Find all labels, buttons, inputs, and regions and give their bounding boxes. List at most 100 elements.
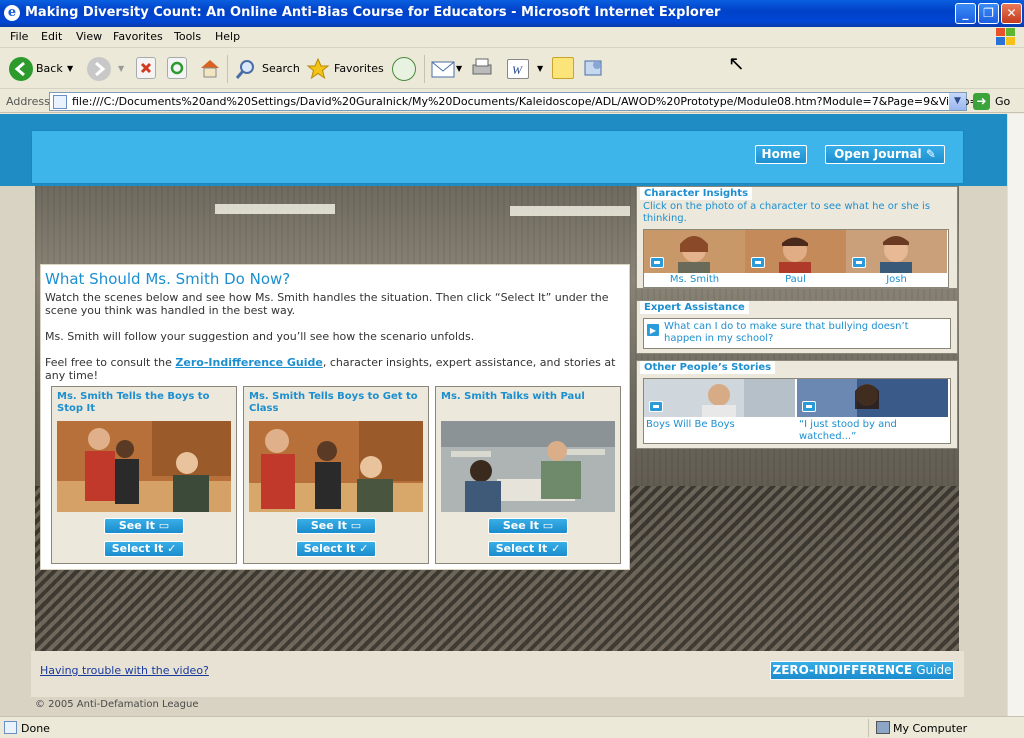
status-separator (868, 719, 869, 737)
home-button[interactable]: Home (755, 145, 807, 164)
zone-text: My Computer (893, 722, 968, 735)
toolbar-separator (424, 55, 425, 83)
close-button[interactable]: ✕ (1001, 3, 1022, 24)
mail-icon[interactable] (431, 59, 457, 79)
go-button[interactable]: ➜ Go (973, 92, 1019, 111)
story-photo-boys[interactable] (644, 379, 795, 417)
edit-word-icon[interactable]: W (507, 59, 529, 79)
character-insights-heading: Character Insights (640, 187, 753, 200)
maximize-button[interactable]: ❐ (978, 3, 999, 24)
minimize-button[interactable]: _ (955, 3, 976, 24)
scene-photo-talks-with-paul[interactable] (441, 421, 615, 512)
stories-panel: Other People’s Stories Boys Will Be Boys… (636, 360, 958, 449)
favorites-star-icon[interactable] (306, 57, 330, 81)
window-titlebar: e Making Diversity Count: An Online Anti… (0, 0, 1024, 27)
character-paul[interactable]: Paul (745, 230, 846, 287)
story-boys-will-be-boys[interactable]: Boys Will Be Boys (644, 379, 795, 443)
menu-edit[interactable]: Edit (41, 30, 62, 43)
story-photo-stood-by[interactable] (797, 379, 948, 417)
windows-logo-icon (996, 28, 1016, 46)
character-josh[interactable]: Josh (846, 230, 947, 287)
favorites-button[interactable]: Favorites (334, 62, 384, 75)
choice-card: Ms. Smith Talks with Paul See It ▭ Selec… (435, 386, 621, 564)
expert-question[interactable]: What can I do to make sure that bullying… (664, 321, 948, 345)
open-journal-button[interactable]: Open Journal ✎ (825, 145, 945, 164)
address-bar: Address file:///C:/Documents%20and%20Set… (0, 90, 1024, 113)
play-icon[interactable]: ▶ (646, 323, 660, 337)
stories-strip: Boys Will Be Boys “I just stood by and w… (643, 378, 951, 444)
menu-file[interactable]: File (10, 30, 28, 43)
character-name: Paul (785, 274, 806, 285)
mail-dropdown-icon[interactable]: ▼ (456, 64, 462, 73)
page-title: What Should Ms. Smith Do Now? (45, 270, 291, 288)
page-icon (53, 95, 67, 109)
back-arrow-icon[interactable] (9, 57, 33, 81)
forward-dropdown-icon[interactable]: ▼ (118, 64, 124, 73)
expert-question-box[interactable]: ▶ What can I do to make sure that bullyi… (643, 318, 951, 349)
ie-logo-icon: e (4, 5, 20, 21)
edit-dropdown-icon[interactable]: ▼ (537, 64, 543, 73)
camera-icon (650, 257, 664, 268)
menu-favorites[interactable]: Favorites (113, 30, 163, 43)
menu-help[interactable]: Help (215, 30, 240, 43)
see-it-button[interactable]: See It ▭ (488, 518, 568, 534)
zero-indifference-guide-button[interactable]: ZERO-INDIFFERENCE Guide (770, 661, 954, 680)
camera-icon (751, 257, 765, 268)
menu-view[interactable]: View (76, 30, 102, 43)
intro-text: Watch the scenes below and see how Ms. S… (45, 291, 609, 317)
expert-assistance-panel: Expert Assistance ▶ What can I do to mak… (636, 300, 958, 354)
search-button[interactable]: Search (262, 62, 300, 75)
choice-title: Ms. Smith Tells the Boys to Stop It (57, 391, 210, 414)
address-field[interactable]: file:///C:/Documents%20and%20Settings/Da… (49, 92, 986, 111)
zi-guide-sub: Guide (916, 663, 952, 677)
menu-bar: File Edit View Favorites Tools Help (0, 27, 1024, 48)
svg-text:W: W (512, 63, 523, 77)
zero-indifference-guide-link[interactable]: Zero-Indifference Guide (175, 356, 322, 369)
scene-photo-get-to-class[interactable] (249, 421, 423, 512)
see-it-button[interactable]: See It ▭ (104, 518, 184, 534)
select-it-button[interactable]: Select It ✓ (296, 541, 376, 557)
character-name: Ms. Smith (669, 274, 720, 285)
consult-text: Feel free to consult the Zero-Indifferen… (45, 356, 629, 382)
video-help-link[interactable]: Having trouble with the video? (40, 664, 209, 677)
mouse-cursor-icon: ↖ (728, 51, 745, 75)
consult-pre: Feel free to consult the (45, 356, 176, 369)
character-strip: Ms. Smith Paul Josh (643, 229, 949, 288)
status-bar: Done My Computer (0, 716, 1024, 738)
go-arrow-icon[interactable]: ➜ (973, 93, 990, 110)
messenger-icon[interactable] (583, 57, 605, 79)
search-icon[interactable] (234, 57, 258, 81)
zi-guide-main: ZERO-INDIFFERENCE (772, 663, 917, 677)
select-it-button[interactable]: Select It ✓ (488, 541, 568, 557)
home-icon[interactable] (198, 57, 222, 79)
back-button[interactable]: Back (36, 62, 63, 75)
decision-panel: What Should Ms. Smith Do Now? Watch the … (40, 264, 630, 570)
menu-tools[interactable]: Tools (174, 30, 201, 43)
back-dropdown-icon[interactable]: ▼ (67, 64, 73, 73)
forward-arrow-icon[interactable] (87, 57, 111, 81)
select-it-button[interactable]: Select It ✓ (104, 541, 184, 557)
scene-photo-stop-it[interactable] (57, 421, 231, 512)
status-text: Done (21, 722, 50, 735)
story-i-just-stood-by[interactable]: “I just stood by and watched...” (797, 379, 950, 443)
vertical-scrollbar[interactable] (1007, 114, 1024, 716)
ceiling-light (215, 204, 335, 214)
discuss-icon[interactable] (552, 57, 574, 79)
go-label[interactable]: Go (995, 95, 1010, 108)
refresh-icon[interactable] (167, 57, 187, 79)
story-title[interactable]: “I just stood by and watched...” (799, 419, 945, 443)
copyright: © 2005 Anti-Defamation League (35, 699, 199, 710)
browser-toolbar: Back ▼ ▼ Search Favorites ▼ W ▼ ↖ (0, 49, 1024, 89)
address-url[interactable]: file:///C:/Documents%20and%20Settings/Da… (72, 95, 986, 108)
expert-assistance-heading: Expert Assistance (640, 301, 749, 314)
character-ms-smith[interactable]: Ms. Smith (644, 230, 745, 287)
address-dropdown-icon[interactable]: ▼ (949, 93, 966, 110)
history-icon[interactable] (392, 57, 416, 81)
character-insights-desc: Click on the photo of a character to see… (643, 201, 931, 224)
story-title[interactable]: Boys Will Be Boys (646, 419, 735, 430)
print-icon[interactable] (470, 57, 494, 79)
camera-icon (802, 401, 816, 412)
stop-icon[interactable] (136, 57, 156, 79)
see-it-button[interactable]: See It ▭ (296, 518, 376, 534)
camera-icon (649, 401, 663, 412)
